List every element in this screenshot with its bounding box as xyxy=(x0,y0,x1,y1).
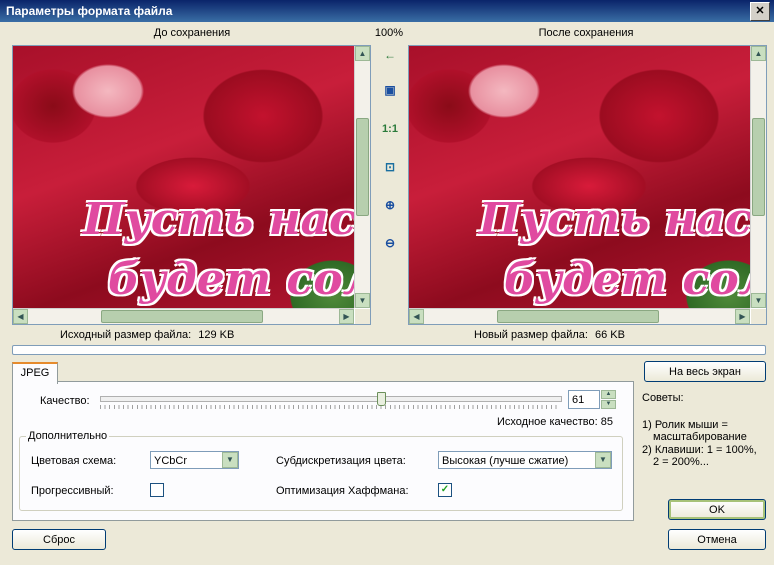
scroll-thumb[interactable] xyxy=(497,310,659,323)
reset-button[interactable]: Сброс xyxy=(12,529,106,550)
horizontal-scrollbar[interactable]: ◀ ▶ xyxy=(409,308,750,324)
cancel-button[interactable]: Отмена xyxy=(668,529,766,550)
subsampling-label: Субдискретизация цвета: xyxy=(276,455,406,467)
quality-slider-track[interactable] xyxy=(100,396,562,402)
after-label: После сохранения xyxy=(538,27,634,39)
scroll-thumb[interactable] xyxy=(356,118,369,216)
huffman-checkbox[interactable]: ✓ xyxy=(438,483,452,497)
preview-image-before[interactable]: Пусть настр будет солне xyxy=(13,46,354,308)
chevron-down-icon[interactable]: ▼ xyxy=(595,452,611,468)
close-button[interactable]: ✕ xyxy=(750,2,770,21)
quality-label: Качество: xyxy=(40,395,90,407)
new-size-value: 66 KB xyxy=(595,329,625,341)
scroll-thumb[interactable] xyxy=(101,310,263,323)
preview-before[interactable]: Пусть настр будет солне ▲ ▼ ◀ ▶ xyxy=(12,45,371,325)
color-scheme-label: Цветовая схема: xyxy=(31,455,117,467)
vertical-scrollbar[interactable]: ▲ ▼ xyxy=(354,46,370,308)
fullscreen-button[interactable]: На весь экран xyxy=(644,361,766,382)
window-title: Параметры формата файла xyxy=(6,4,173,18)
title-bar: Параметры формата файла ✕ xyxy=(0,0,774,22)
horizontal-scrollbar[interactable]: ◀ ▶ xyxy=(13,308,354,324)
chevron-down-icon[interactable]: ▼ xyxy=(222,452,238,468)
advanced-title: Дополнительно xyxy=(26,430,110,442)
quality-input[interactable]: 61 xyxy=(568,390,600,409)
advanced-group xyxy=(19,436,623,511)
quality-stepper[interactable]: ▲ ▼ xyxy=(601,390,616,409)
tip-2-line1: 2) Клавиши: 1 = 100%, xyxy=(642,444,757,456)
new-size: Новый размер файла: 66 KB xyxy=(474,329,625,341)
new-size-label: Новый размер файла: xyxy=(474,329,588,341)
actual-size-button[interactable]: 1:1 xyxy=(381,120,399,138)
scroll-left-icon[interactable]: ◀ xyxy=(13,309,28,324)
subsampling-select[interactable]: Высокая (лучше сжатие) ▼ xyxy=(438,451,612,469)
original-quality-label: Исходное качество: xyxy=(497,416,598,428)
scroll-corner xyxy=(751,309,766,324)
color-scheme-select[interactable]: YCbCr ▼ xyxy=(150,451,239,469)
tip-1-line1: 1) Ролик мыши = xyxy=(642,419,728,431)
image-text-line2: будет солне xyxy=(504,254,750,305)
tab-jpeg[interactable]: JPEG xyxy=(12,362,58,384)
fit-image-icon[interactable]: ▣ xyxy=(381,81,399,99)
original-quality: Исходное качество: 85 xyxy=(497,416,613,428)
quality-slider-ticks xyxy=(100,405,560,409)
scroll-down-icon[interactable]: ▼ xyxy=(355,293,370,308)
progressive-checkbox[interactable] xyxy=(150,483,164,497)
vertical-scrollbar[interactable]: ▲ ▼ xyxy=(750,46,766,308)
scroll-up-icon[interactable]: ▲ xyxy=(751,46,766,61)
fit-window-icon[interactable]: ⊡ xyxy=(381,158,399,176)
scroll-up-icon[interactable]: ▲ xyxy=(355,46,370,61)
quality-slider-thumb[interactable] xyxy=(376,392,386,406)
spin-up-icon[interactable]: ▲ xyxy=(601,390,616,399)
scroll-right-icon[interactable]: ▶ xyxy=(339,309,354,324)
zoom-in-icon[interactable]: ⊕ xyxy=(381,196,399,214)
ok-button[interactable]: OK xyxy=(668,499,766,520)
scroll-down-icon[interactable]: ▼ xyxy=(751,293,766,308)
preview-after[interactable]: Пусть настр будет солне ▲ ▼ ◀ ▶ xyxy=(408,45,767,325)
image-text-line1: Пусть настр xyxy=(83,194,354,245)
spin-down-icon[interactable]: ▼ xyxy=(601,400,616,409)
color-scheme-value: YCbCr xyxy=(154,455,188,467)
original-quality-value: 85 xyxy=(600,416,613,428)
scroll-thumb[interactable] xyxy=(752,118,765,216)
tip-2-line2: 2 = 200%... xyxy=(653,456,709,468)
subsampling-value: Высокая (лучше сжатие) xyxy=(442,455,569,467)
check-icon: ✓ xyxy=(440,484,450,495)
progressive-label: Прогрессивный: xyxy=(31,485,114,497)
huffman-label: Оптимизация Хаффмана: xyxy=(276,485,409,497)
original-size: Исходный размер файла: 129 KB xyxy=(60,329,234,341)
tips-title: Советы: xyxy=(642,392,684,404)
original-size-value: 129 KB xyxy=(198,329,235,341)
progress-bar xyxy=(12,345,766,355)
zoom-level: 100% xyxy=(374,27,404,39)
image-text-line1: Пусть настр xyxy=(479,194,750,245)
scroll-corner xyxy=(355,309,370,324)
back-arrow-icon[interactable]: ← xyxy=(381,46,399,64)
before-label: До сохранения xyxy=(153,27,231,39)
tip-1-line2: масштабирование xyxy=(653,431,747,443)
preview-image-after[interactable]: Пусть настр будет солне xyxy=(409,46,750,308)
scroll-right-icon[interactable]: ▶ xyxy=(735,309,750,324)
image-text-line2: будет солне xyxy=(108,254,354,305)
original-size-label: Исходный размер файла: xyxy=(60,329,192,341)
zoom-out-icon[interactable]: ⊖ xyxy=(381,234,399,252)
scroll-left-icon[interactable]: ◀ xyxy=(409,309,424,324)
